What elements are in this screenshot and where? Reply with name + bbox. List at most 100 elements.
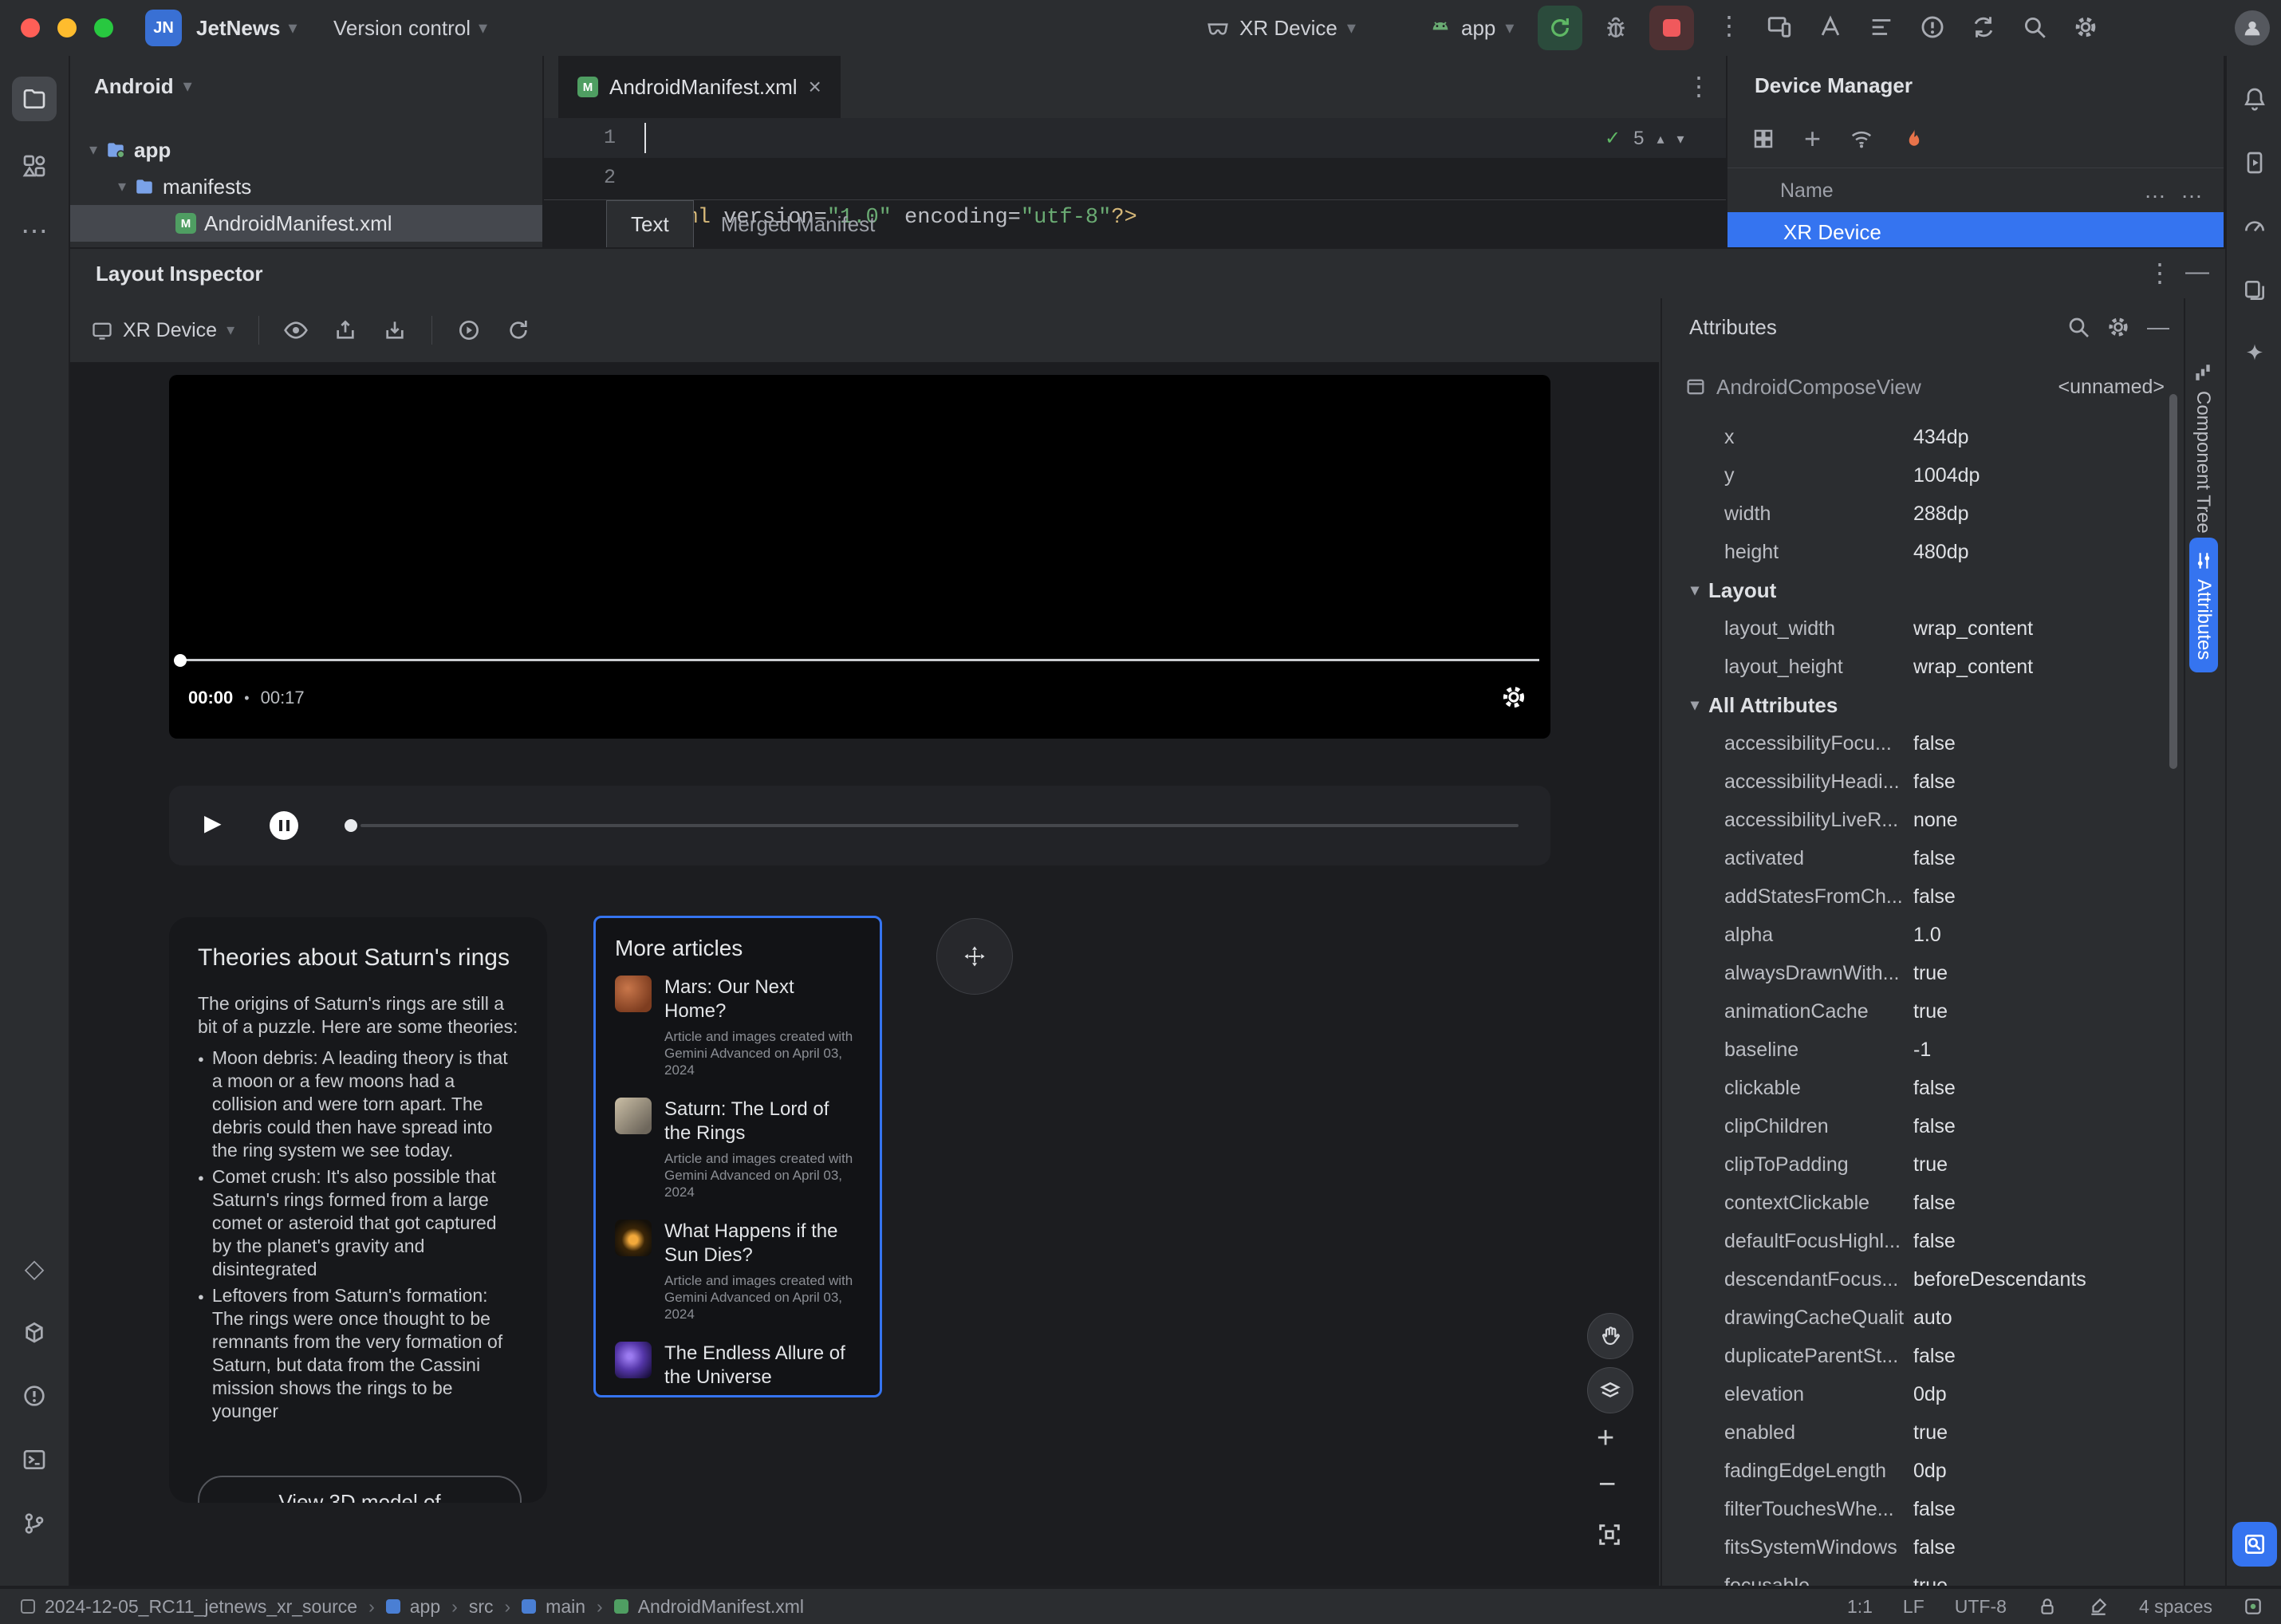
terminal-tool-button[interactable] <box>12 1437 57 1482</box>
resource-manager-tool-button[interactable] <box>12 144 57 188</box>
editor-tab-manifest[interactable]: M AndroidManifest.xml × <box>558 56 841 118</box>
device-selector[interactable]: XR Device ▾ <box>1206 14 1356 41</box>
attribute-row[interactable]: drawingCacheQualit auto <box>1662 1299 2173 1337</box>
search-icon[interactable] <box>2021 14 2048 41</box>
group-devices-icon[interactable] <box>1751 127 1775 151</box>
add-device-icon[interactable]: + <box>1804 124 1821 153</box>
attribute-row[interactable]: descendantFocus... beforeDescendants <box>1662 1260 2173 1299</box>
snapshot-export-icon[interactable] <box>333 317 358 343</box>
attribute-row[interactable]: clipToPadding true <box>1662 1145 2173 1184</box>
attribute-row[interactable]: width 288dp <box>1662 495 2173 533</box>
panel-options-kebab[interactable]: ⋮ <box>2147 260 2173 286</box>
sync-icon[interactable] <box>1970 14 1997 41</box>
attribute-row[interactable]: focusable true <box>1662 1567 2173 1587</box>
attribute-row[interactable]: height 480dp <box>1662 533 2173 571</box>
device-manager-button[interactable] <box>2232 268 2277 313</box>
minimize-window-button[interactable] <box>57 18 77 37</box>
attribute-row[interactable]: elevation 0dp <box>1662 1375 2173 1413</box>
more-tool-windows-button[interactable]: ⋯ <box>12 209 57 254</box>
section-all-attributes[interactable]: ▾ All Attributes <box>1662 686 2173 724</box>
notifications-button[interactable] <box>2232 77 2277 121</box>
attribute-row[interactable]: accessibilityHeadi... false <box>1662 763 2173 801</box>
minimize-panel-icon[interactable]: — <box>2147 316 2169 338</box>
pair-wifi-icon[interactable] <box>1850 127 1873 151</box>
audio-slider-thumb[interactable] <box>345 819 357 832</box>
attribute-row[interactable]: activated false <box>1662 839 2173 877</box>
line-separator-widget[interactable]: LF <box>1903 1596 1924 1618</box>
inspector-canvas[interactable]: 00:00 • 00:17 ▶ Theories about Saturn's … <box>70 362 1659 1586</box>
device-row-xr[interactable]: XR Device <box>1727 212 2224 247</box>
section-layout[interactable]: ▾ Layout <box>1662 571 2173 609</box>
attribute-row[interactable]: alpha 1.0 <box>1662 916 2173 954</box>
breadcrumb-item[interactable]: › AndroidManifest.xml <box>597 1596 804 1618</box>
tree-row-manifest-file[interactable]: M AndroidManifest.xml <box>70 205 542 242</box>
article-item[interactable]: Saturn: The Lord of the Rings Article an… <box>615 1098 861 1200</box>
video-progress-thumb[interactable] <box>174 654 187 667</box>
inspections-widget[interactable]: ✓ 5 ▴ ▾ <box>1605 124 1684 153</box>
pause-button[interactable] <box>270 811 298 840</box>
column-more-icon[interactable]: … <box>2144 179 2166 202</box>
editor-options-kebab[interactable]: ⋮ <box>1686 73 1712 99</box>
attribute-row[interactable]: baseline -1 <box>1662 1031 2173 1069</box>
encoding-widget[interactable]: UTF-8 <box>1955 1596 2007 1618</box>
view-options-eye-icon[interactable] <box>283 317 309 343</box>
breadcrumb-item[interactable]: › app <box>368 1596 440 1618</box>
settings-gear-icon[interactable] <box>2072 14 2099 41</box>
caret-position-widget[interactable]: 1:1 <box>1847 1596 1873 1618</box>
attribute-row[interactable]: x 434dp <box>1662 418 2173 456</box>
attribute-row[interactable]: addStatesFromCh... false <box>1662 877 2173 916</box>
user-avatar[interactable] <box>2235 10 2270 45</box>
tab-text[interactable]: Text <box>606 200 694 247</box>
attribute-row[interactable]: y 1004dp <box>1662 456 2173 495</box>
running-devices-button[interactable] <box>2232 140 2277 185</box>
more-articles-card[interactable]: More articles Mars: Our Next Home? Artic… <box>593 916 882 1397</box>
code-area[interactable]: 1 2 <?xml version="1.0" encoding="utf-8"… <box>544 118 1726 230</box>
audio-slider-track[interactable] <box>360 824 1519 827</box>
problems-tool-button[interactable] <box>12 1374 57 1418</box>
tree-row-app[interactable]: ▾ app <box>70 132 542 168</box>
search-icon[interactable] <box>2066 314 2091 340</box>
gutter[interactable]: 1 2 <box>544 118 616 198</box>
attribute-row[interactable]: defaultFocusHighl... false <box>1662 1222 2173 1260</box>
breadcrumb-item[interactable]: › src <box>451 1596 493 1618</box>
attribute-row[interactable]: enabled true <box>1662 1413 2173 1452</box>
refresh-icon[interactable] <box>506 317 531 343</box>
problems-icon[interactable] <box>1919 14 1946 41</box>
version-control-tool-button[interactable] <box>12 1501 57 1546</box>
run-configuration-selector[interactable]: app ▾ <box>1429 14 1514 41</box>
spatial-expand-button[interactable] <box>936 918 1013 995</box>
audio-player[interactable]: ▶ <box>169 786 1550 865</box>
more-actions-kebab[interactable]: ⋮ <box>1716 13 1742 38</box>
next-problem-icon[interactable]: ▾ <box>1677 132 1684 146</box>
attribute-row[interactable]: contextClickable false <box>1662 1184 2173 1222</box>
stop-button[interactable] <box>1649 6 1694 50</box>
attribute-row[interactable]: clickable false <box>1662 1069 2173 1107</box>
play-icon[interactable]: ▶ <box>204 812 222 834</box>
attribute-row[interactable]: clipChildren false <box>1662 1107 2173 1145</box>
breadcrumb-item[interactable]: › 2024-12-05_RC11_jetnews_xr_source <box>21 1596 357 1618</box>
attribute-row[interactable]: accessibilityFocu... false <box>1662 724 2173 763</box>
device-explorer-tool-button[interactable] <box>12 1310 57 1354</box>
snapshot-import-icon[interactable] <box>382 317 408 343</box>
attribute-row[interactable]: filterTouchesWhe... false <box>1662 1490 2173 1528</box>
video-progress-track[interactable] <box>180 659 1539 661</box>
article-item[interactable]: What Happens if the Sun Dies? Article an… <box>615 1220 861 1322</box>
close-tab-icon[interactable]: × <box>809 76 821 98</box>
device-mirror-icon[interactable] <box>1766 14 1793 41</box>
component-row[interactable]: AndroidComposeView <unnamed> <box>1662 364 2184 410</box>
attribute-row[interactable]: animationCache true <box>1662 992 2173 1031</box>
rerun-button[interactable] <box>1538 6 1582 50</box>
highlighting-level-icon[interactable] <box>2088 1596 2109 1617</box>
close-window-button[interactable] <box>21 18 40 37</box>
attributes-scrollbar[interactable] <box>2169 394 2177 769</box>
breadcrumb-item[interactable]: › main <box>504 1596 585 1618</box>
tab-component-tree[interactable]: Component Tree <box>2192 362 2214 534</box>
attribute-row[interactable]: layout_width wrap_content <box>1662 609 2173 648</box>
zoom-to-fit-button[interactable] <box>1589 1514 1630 1555</box>
project-view-selector[interactable]: Android ▾ <box>94 70 192 102</box>
saturn-theories-card[interactable]: Theories about Saturn's rings The origin… <box>169 917 547 1503</box>
tree-row-manifests[interactable]: ▾ manifests <box>70 168 542 205</box>
debug-button[interactable] <box>1594 6 1638 50</box>
project-tool-button[interactable] <box>12 77 57 121</box>
tab-attributes[interactable]: Attributes <box>2189 538 2218 673</box>
